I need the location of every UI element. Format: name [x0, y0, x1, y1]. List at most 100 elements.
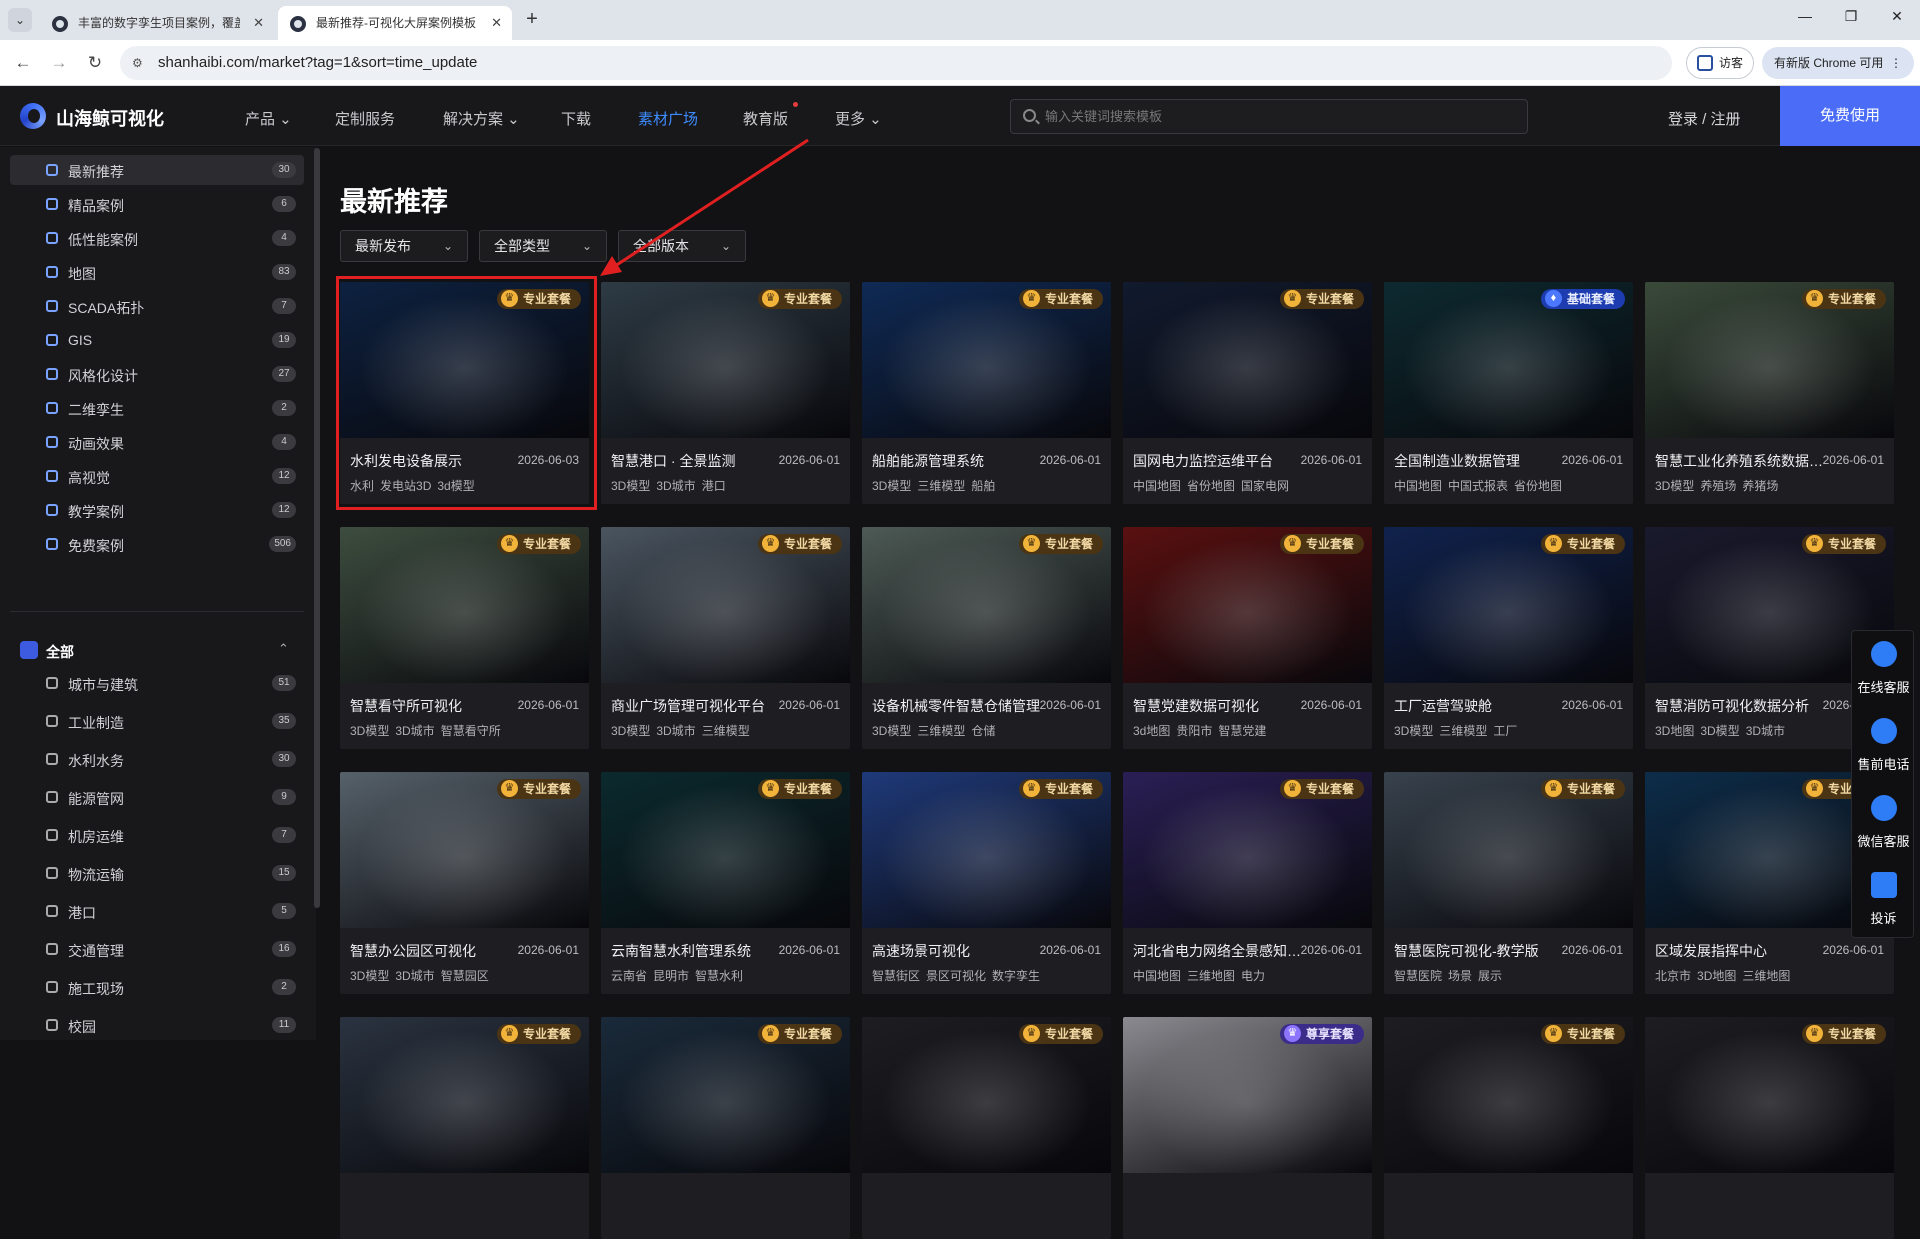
site-info-icon[interactable]: ⚙ — [132, 56, 146, 70]
sidebar-item[interactable]: SCADA拓扑 7 — [10, 291, 304, 321]
nav-custom-service[interactable]: 定制服务 — [335, 108, 395, 129]
card-tag[interactable]: 3D模型 — [350, 969, 389, 983]
card-tag[interactable]: 贵阳市 — [1176, 724, 1212, 738]
sidebar-item[interactable]: 工业制造 35 — [10, 706, 304, 736]
card-tag[interactable]: 三维地图 — [1187, 969, 1235, 983]
version-filter-dropdown[interactable]: 全部版本 ⌄ — [618, 230, 746, 262]
template-card[interactable]: 专业套餐 — [862, 1017, 1111, 1239]
chrome-update-button[interactable]: 有新版 Chrome 可用 ⋮ — [1762, 47, 1914, 79]
card-tag[interactable]: 智慧看守所 — [441, 724, 501, 738]
card-tag[interactable]: 3D模型 — [1700, 724, 1739, 738]
template-search[interactable] — [1010, 99, 1528, 134]
sidebar-item[interactable]: 能源管网 9 — [10, 782, 304, 812]
card-title[interactable]: 智慧医院可视化-教学版 — [1394, 941, 1564, 961]
card-tag[interactable]: 展示 — [1478, 969, 1502, 983]
card-title[interactable]: 高速场景可视化 — [872, 941, 1042, 961]
close-window-icon[interactable]: ✕ — [1882, 8, 1912, 25]
sidebar-item[interactable]: 高视觉 12 — [10, 461, 304, 491]
sidebar-item[interactable]: GIS 19 — [10, 325, 304, 355]
card-title[interactable]: 智慧工业化养殖系统数据展示 — [1655, 451, 1825, 471]
card-tag[interactable]: 3D城市 — [1746, 724, 1785, 738]
nav-more[interactable]: 更多 ⌄ — [835, 108, 882, 129]
sidebar-item[interactable]: 港口 5 — [10, 896, 304, 926]
template-card[interactable]: 专业套餐国网电力监控运维平台2026-06-01 中国地图省份地图国家电网 — [1123, 282, 1372, 504]
template-card[interactable]: 专业套餐高速场景可视化2026-06-01 智慧街区景区可视化数字孪生 — [862, 772, 1111, 994]
card-tag[interactable]: 工厂 — [1493, 724, 1517, 738]
card-tag[interactable]: 三维模型 — [1439, 724, 1487, 738]
sidebar-item[interactable]: 免费案例 506 — [10, 529, 304, 559]
card-tag[interactable]: 智慧党建 — [1218, 724, 1266, 738]
template-card[interactable]: 专业套餐云南智慧水利管理系统2026-06-01 云南省昆明市智慧水利 — [601, 772, 850, 994]
card-tag[interactable]: 3D地图 — [1655, 724, 1694, 738]
card-tag[interactable]: 景区可视化 — [926, 969, 986, 983]
sidebar-scrollbar[interactable] — [314, 148, 320, 908]
tab-search-icon[interactable]: ⌄ — [8, 8, 32, 32]
card-title[interactable]: 设备机械零件智慧仓储管理 — [872, 696, 1042, 716]
card-tag[interactable]: 省份地图 — [1514, 479, 1562, 493]
template-card[interactable]: 专业套餐智慧港口 · 全景监测2026-06-01 3D模型 3D城市港口 — [601, 282, 850, 504]
card-tag[interactable]: 3D城市 — [656, 479, 695, 493]
tab-close-icon[interactable]: ✕ — [253, 6, 264, 40]
card-tag[interactable]: 3D城市 — [656, 724, 695, 738]
online-service-button[interactable]: 在线客服 — [1852, 631, 1915, 708]
card-tag[interactable]: 港口 — [702, 479, 726, 493]
card-tag[interactable]: 智慧医院 — [1394, 969, 1442, 983]
complaint-button[interactable]: 投诉 — [1852, 862, 1915, 939]
card-tag[interactable]: 北京市 — [1655, 969, 1691, 983]
nav-material-market[interactable]: 素材广场 — [638, 108, 698, 129]
card-title[interactable]: 工厂运营驾驶舱 — [1394, 696, 1564, 716]
url-field[interactable]: ⚙ shanhaibi.com/market?tag=1&sort=time_u… — [120, 46, 1672, 80]
card-tag[interactable]: 船舶 — [971, 479, 995, 493]
new-tab-button[interactable]: + — [520, 8, 544, 32]
reload-icon[interactable]: ↻ — [84, 52, 106, 74]
card-tag[interactable]: 3D模型 — [1655, 479, 1694, 493]
nav-solutions[interactable]: 解决方案 ⌄ — [443, 108, 520, 129]
sidebar-item[interactable]: 最新推荐 30 — [10, 155, 304, 185]
sidebar-item[interactable]: 物流运输 15 — [10, 858, 304, 888]
chevron-up-icon[interactable]: ⌃ — [278, 641, 289, 657]
card-tag[interactable]: 场景 — [1448, 969, 1472, 983]
card-title[interactable]: 智慧党建数据可视化 — [1133, 696, 1303, 716]
sidebar-item[interactable]: 精品案例 6 — [10, 189, 304, 219]
template-card[interactable]: 专业套餐船舶能源管理系统2026-06-01 3D模型三维模型船舶 — [862, 282, 1111, 504]
sidebar-item[interactable]: 教学案例 12 — [10, 495, 304, 525]
template-card[interactable]: 专业套餐河北省电力网络全景感知平台2026-06-01 中国地图三维地图电力 — [1123, 772, 1372, 994]
card-tag[interactable]: 3D模型 — [1394, 724, 1433, 738]
browser-tab-2[interactable]: 最新推荐-可视化大屏案例模板 ✕ — [278, 6, 512, 40]
sidebar-item[interactable]: 城市与建筑 51 — [10, 668, 304, 698]
sidebar-item[interactable]: 动画效果 4 — [10, 427, 304, 457]
card-tag[interactable]: 3d地图 — [1133, 724, 1170, 738]
template-card[interactable]: 专业套餐智慧党建数据可视化2026-06-01 3d地图贵阳市智慧党建 — [1123, 527, 1372, 749]
card-tag[interactable]: 智慧街区 — [872, 969, 920, 983]
card-tag[interactable]: 仓储 — [971, 724, 995, 738]
template-card[interactable]: 专业套餐商业广场管理可视化平台2026-06-01 3D模型 3D城市三维模型 — [601, 527, 850, 749]
card-tag[interactable]: 养猪场 — [1742, 479, 1778, 493]
card-tag[interactable]: 省份地图 — [1187, 479, 1235, 493]
template-card[interactable]: 专业套餐智慧医院可视化-教学版2026-06-01 智慧医院场景展示 — [1384, 772, 1633, 994]
card-title[interactable]: 云南智慧水利管理系统 — [611, 941, 781, 961]
wechat-service-button[interactable]: 微信客服 — [1852, 785, 1915, 862]
card-tag[interactable]: 智慧水利 — [695, 969, 743, 983]
card-tag[interactable]: 3D城市 — [395, 724, 434, 738]
sort-filter-dropdown[interactable]: 最新发布 ⌄ — [340, 230, 468, 262]
card-tag[interactable]: 中国地图 — [1133, 969, 1181, 983]
card-tag[interactable]: 3D模型 — [350, 724, 389, 738]
card-tag[interactable]: 养殖场 — [1700, 479, 1736, 493]
forward-icon[interactable]: → — [48, 52, 70, 74]
card-tag[interactable]: 数字孪生 — [992, 969, 1040, 983]
sidebar-item[interactable]: 施工现场 2 — [10, 972, 304, 1002]
card-tag[interactable]: 三维模型 — [702, 724, 750, 738]
back-icon[interactable]: ← — [12, 52, 34, 74]
browser-tab-1[interactable]: 丰富的数字孪生项目案例，覆盖 ✕ — [40, 6, 274, 40]
card-tag[interactable]: 3D模型 — [611, 724, 650, 738]
template-card[interactable]: 专业套餐 — [601, 1017, 850, 1239]
card-title[interactable]: 智慧看守所可视化 — [350, 696, 520, 716]
card-tag[interactable]: 3D模型 — [872, 479, 911, 493]
template-card[interactable]: 专业套餐设备机械零件智慧仓储管理2026-06-01 3D模型三维模型仓储 — [862, 527, 1111, 749]
login-register-link[interactable]: 登录 / 注册 — [1668, 108, 1741, 129]
profile-guest-button[interactable]: 访客 — [1686, 47, 1754, 79]
template-card[interactable]: 尊享套餐 — [1123, 1017, 1372, 1239]
template-card[interactable]: 专业套餐智慧办公园区可视化2026-06-01 3D模型 3D城市智慧园区 — [340, 772, 589, 994]
template-card[interactable]: 专业套餐 — [1645, 1017, 1894, 1239]
card-title[interactable]: 河北省电力网络全景感知平台 — [1133, 941, 1303, 961]
